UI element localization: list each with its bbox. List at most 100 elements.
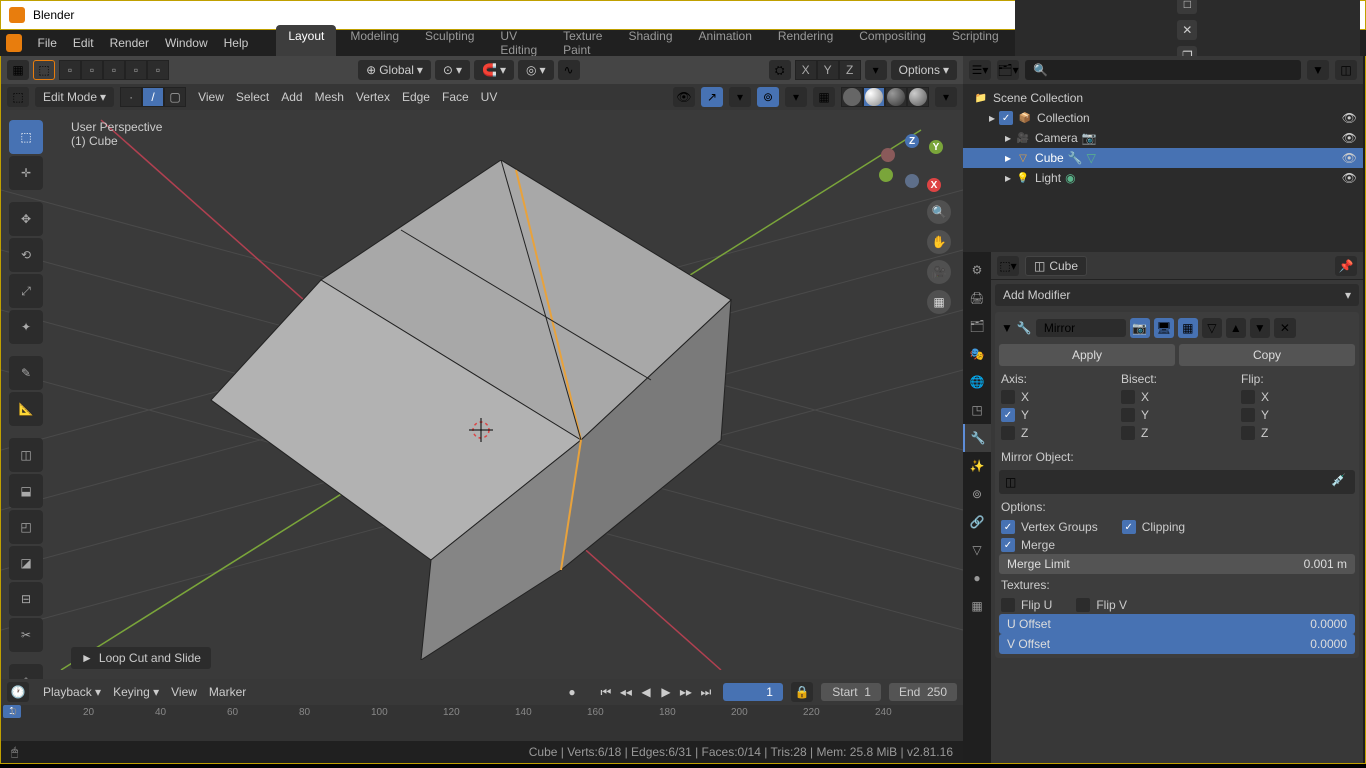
tool-annotate[interactable]: ✎ [9, 356, 43, 390]
tl-menu-playback[interactable]: Playback ▾ [37, 682, 107, 702]
jump-end-icon[interactable]: ⏭ [697, 683, 715, 701]
axis-z-button[interactable]: Z [839, 60, 861, 80]
editor-type-icon[interactable]: ▦ [7, 60, 29, 80]
tool-loopcut[interactable]: ⊟ [9, 582, 43, 616]
tab-material[interactable]: ● [963, 564, 991, 592]
mod-editmode-icon[interactable]: ▦ [1178, 318, 1198, 338]
shading-render-icon[interactable] [907, 87, 929, 107]
menu-window[interactable]: Window [157, 32, 216, 54]
tab-object[interactable]: ◳ [963, 396, 991, 424]
expand-icon[interactable]: ▸ [1005, 151, 1011, 165]
jump-start-icon[interactable]: ⏮ [597, 683, 615, 701]
tool-rotate[interactable]: ⟲ [9, 238, 43, 272]
tool-extrude[interactable]: ⬓ [9, 474, 43, 508]
end-frame[interactable]: End 250 [889, 683, 957, 701]
select-invert-icon[interactable]: ▫ [147, 60, 169, 80]
nav-gizmo[interactable]: X Y Z [877, 130, 947, 200]
copy-button[interactable]: Copy [1179, 344, 1355, 366]
outliner-search[interactable]: 🔍 [1025, 60, 1301, 80]
snap-dropdown[interactable]: 🧲▾ [474, 60, 514, 80]
timeline-ruler[interactable]: 1 020406080100120140160180200220240 [1, 705, 963, 741]
tab-texture[interactable]: ▦ [963, 592, 991, 620]
axis-dropdown-icon[interactable]: ▾ [865, 60, 887, 80]
mod-up-icon[interactable]: ▲ [1226, 318, 1246, 338]
mod-delete-icon[interactable]: ✕ [1274, 318, 1296, 338]
vp-menu-add[interactable]: Add [275, 87, 308, 107]
tool-inset[interactable]: ◰ [9, 510, 43, 544]
mod-cage-icon[interactable]: ▽ [1202, 318, 1222, 338]
flip-v-check[interactable]: Flip V [1074, 596, 1129, 614]
mesh-automerge-icon[interactable]: ∿ [558, 60, 580, 80]
mirror-object-field[interactable]: ◫💉 [999, 470, 1355, 494]
face-select-icon[interactable]: ▢ [164, 87, 186, 107]
keyframe-prev-icon[interactable]: ◂◂ [617, 683, 635, 701]
orientation-dropdown[interactable]: ⊕Global▾ [358, 60, 431, 80]
play-icon[interactable]: ▶ [657, 683, 675, 701]
tool-polybuild[interactable]: ◈ [9, 664, 43, 679]
vp-menu-uv[interactable]: UV [475, 87, 504, 107]
axis-x-button[interactable]: X [795, 60, 817, 80]
shading-wire-icon[interactable] [841, 87, 863, 107]
outliner-row[interactable]: ▸💡Light ◉👁 [963, 168, 1363, 188]
vp-menu-select[interactable]: Select [230, 87, 275, 107]
pan-icon[interactable]: ✋ [927, 230, 951, 254]
tab-physics[interactable]: ⊚ [963, 480, 991, 508]
flip-u-check[interactable]: Flip U [999, 596, 1054, 614]
tool-cursor[interactable]: ✛ [9, 156, 43, 190]
visibility-icon[interactable]: 👁 [673, 87, 695, 107]
flip-y[interactable]: Y [1239, 406, 1355, 424]
bisect-x[interactable]: X [1119, 388, 1235, 406]
vp-menu-edge[interactable]: Edge [396, 87, 436, 107]
select-new-icon[interactable]: ▫ [59, 60, 81, 80]
visibility-icon[interactable]: 👁 [1342, 111, 1357, 125]
vp-menu-vertex[interactable]: Vertex [350, 87, 396, 107]
cube-mesh[interactable] [211, 160, 731, 660]
gizmo-settings-icon[interactable]: ⛭ [769, 60, 791, 80]
tab-constraints[interactable]: 🔗 [963, 508, 991, 536]
tool-transform[interactable]: ✦ [9, 310, 43, 344]
select-box-icon[interactable]: ⬚ [33, 60, 55, 80]
scene-new-button[interactable]: □ [1177, 0, 1197, 14]
tl-menu-view[interactable]: View [165, 682, 203, 702]
visibility-icon[interactable]: 👁 [1342, 131, 1357, 145]
expand-icon[interactable]: ▼ [1001, 321, 1013, 335]
tab-mesh[interactable]: ▽ [963, 536, 991, 564]
vertex-select-icon[interactable]: · [120, 87, 142, 107]
proportional-dropdown[interactable]: ◎▾ [518, 60, 554, 80]
vertex-groups-check[interactable]: Vertex Groups [999, 518, 1100, 536]
camera-icon[interactable]: 🎥 [927, 260, 951, 284]
shading-matcap-icon[interactable] [885, 87, 907, 107]
shading-dropdown-icon[interactable]: ▾ [935, 87, 957, 107]
tab-output[interactable]: 🖨 [963, 284, 991, 312]
blender-icon[interactable] [6, 34, 22, 52]
properties-editor-icon[interactable]: ⬚▾ [997, 256, 1019, 276]
xray-icon[interactable]: ▦ [813, 87, 835, 107]
menu-file[interactable]: File [30, 32, 65, 54]
collection-check[interactable] [999, 111, 1013, 125]
u-offset-field[interactable]: U Offset0.0000 [999, 614, 1355, 634]
select-subtract-icon[interactable]: ▫ [103, 60, 125, 80]
options-dropdown[interactable]: Options▾ [891, 60, 957, 80]
vp-menu-face[interactable]: Face [436, 87, 475, 107]
axis-x[interactable]: X [999, 388, 1115, 406]
tl-menu-keying[interactable]: Keying ▾ [107, 682, 165, 702]
lock-range-icon[interactable]: 🔒 [791, 682, 813, 702]
expand-icon[interactable]: ▸ [1005, 171, 1011, 185]
tab-modifiers[interactable]: 🔧 [963, 424, 991, 452]
pin-icon[interactable]: 📌 [1335, 256, 1357, 276]
tool-select-box[interactable]: ⬚ [9, 120, 43, 154]
flip-x[interactable]: X [1239, 388, 1355, 406]
expand-icon[interactable]: ▸ [1005, 131, 1011, 145]
ortho-icon[interactable]: ▦ [927, 290, 951, 314]
axis-y[interactable]: Y [999, 406, 1115, 424]
expand-icon[interactable]: ▸ [989, 111, 995, 125]
clipping-check[interactable]: Clipping [1120, 518, 1187, 536]
flip-z[interactable]: Z [1239, 424, 1355, 442]
modifier-name-field[interactable]: Mirror [1036, 319, 1126, 337]
mode-dropdown[interactable]: Edit Mode▾ [35, 87, 114, 107]
filter-icon[interactable]: ▼ [1307, 60, 1329, 80]
visibility-icon[interactable]: 👁 [1342, 151, 1357, 165]
tool-addcube[interactable]: ◫ [9, 438, 43, 472]
last-operator[interactable]: ► Loop Cut and Slide [71, 647, 211, 669]
bisect-y[interactable]: Y [1119, 406, 1235, 424]
